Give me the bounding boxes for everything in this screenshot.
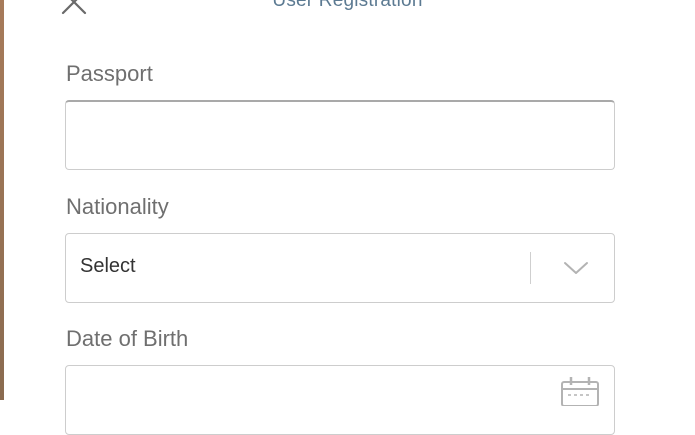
- calendar-icon[interactable]: [561, 376, 599, 406]
- background-edge: [0, 0, 4, 400]
- select-divider: [530, 252, 531, 284]
- page-title: User Registration: [272, 0, 423, 11]
- passport-label: Passport: [66, 61, 153, 86]
- nationality-dropdown-toggle[interactable]: [562, 258, 590, 278]
- chevron-down-icon: [564, 262, 588, 274]
- dob-field[interactable]: [65, 365, 615, 435]
- nationality-selected-value: Select: [80, 255, 136, 277]
- dob-label: Date of Birth: [66, 326, 189, 351]
- nationality-select[interactable]: Select: [65, 233, 615, 303]
- passport-field-container: [65, 100, 615, 170]
- header-bar: User Registration: [0, 0, 695, 20]
- passport-input[interactable]: [66, 102, 614, 169]
- nationality-label: Nationality: [66, 194, 169, 219]
